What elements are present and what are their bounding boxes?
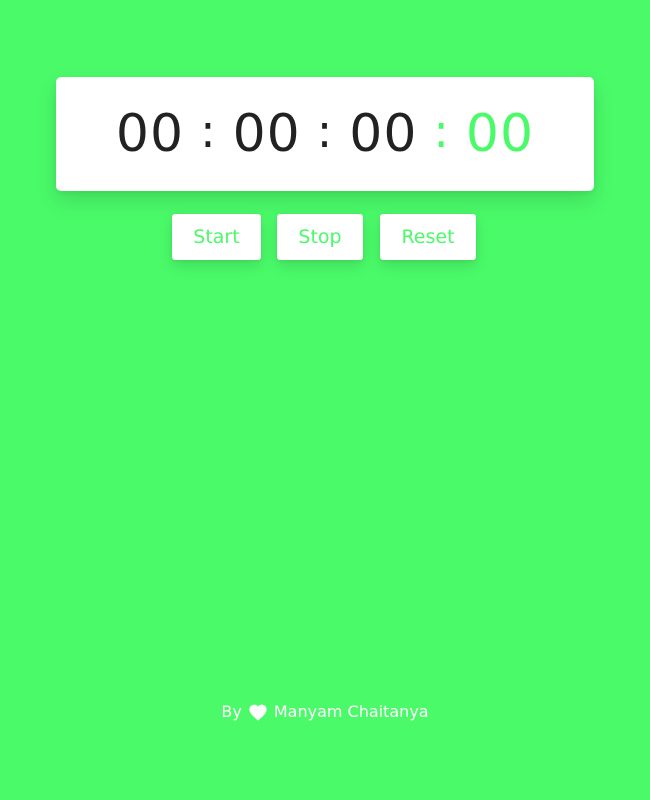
time-row: 00 : 00 : 00 : 00 [116, 108, 534, 160]
start-button[interactable]: Start [172, 214, 261, 260]
footer-prefix: By [221, 702, 242, 721]
hours-value: 00 [115, 104, 185, 164]
footer-credit: By Manyam Chaitanya [0, 702, 650, 721]
controls: Start Stop Reset [0, 214, 650, 262]
heart-icon [248, 703, 268, 721]
seconds-value: 00 [349, 104, 418, 164]
timer-display: 00 : 00 : 00 : 00 [56, 77, 594, 191]
minutes-value: 00 [232, 104, 301, 164]
seconds-separator: : [433, 104, 450, 158]
footer-author: Manyam Chaitanya [273, 702, 429, 721]
hours-separator: : [200, 104, 217, 158]
minutes-separator: : [316, 104, 334, 158]
milliseconds-value: 00 [465, 104, 535, 164]
stop-button[interactable]: Stop [277, 214, 363, 260]
reset-button[interactable]: Reset [380, 214, 476, 260]
